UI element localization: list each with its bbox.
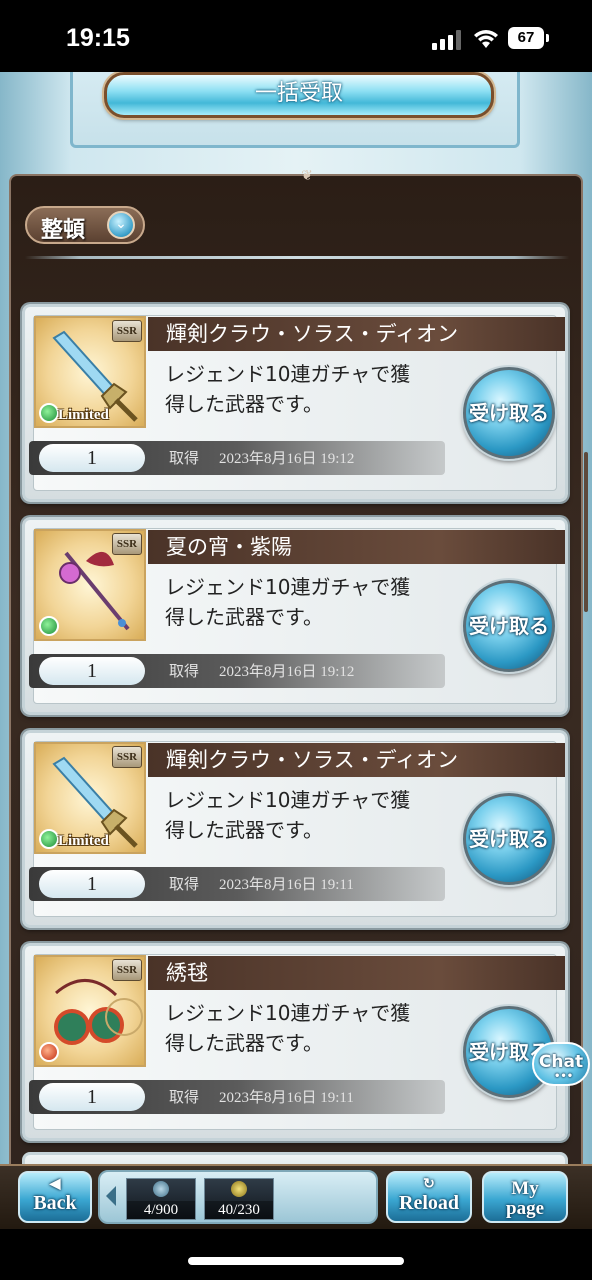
game-view: 一括受取 ❦ 整頓 ⌄ SSR Limited 輝剣クラウ・ソラス・ディオン レ… bbox=[0, 72, 592, 1229]
mypage-label-line2: page bbox=[506, 1198, 544, 1219]
limited-badge: Limited bbox=[58, 407, 109, 423]
receive-button[interactable]: 受け取る bbox=[463, 793, 555, 885]
acquired-label: 取得 bbox=[169, 662, 200, 680]
description-line: レジェンド10連ガチャで獲 bbox=[165, 788, 411, 812]
acquired-label: 取得 bbox=[169, 1088, 200, 1106]
present-card: SSR 綉毬 レジェンド10連ガチャで獲 得した武器です。 1 取得 2023年… bbox=[22, 943, 568, 1141]
present-card: SSR Limited 輝剣クラウ・ソラス・ディオン レジェンド10連ガチャで獲… bbox=[22, 304, 568, 502]
reload-icon: ↻ bbox=[423, 1177, 435, 1192]
bulk-receive-button[interactable]: 一括受取 bbox=[104, 72, 494, 118]
back-arrow-icon: ◀ bbox=[49, 1177, 61, 1192]
rarity-badge: SSR bbox=[112, 320, 142, 342]
divider bbox=[25, 256, 569, 259]
home-indicator[interactable] bbox=[188, 1257, 404, 1265]
acquired-date: 2023年8月16日 19:12 bbox=[219, 664, 355, 680]
quick-access-panel: 4/900 40/230 bbox=[98, 1170, 378, 1224]
summon-stock-icon bbox=[231, 1181, 247, 1197]
status-bar: 19:15 67 bbox=[0, 0, 592, 72]
back-label: Back bbox=[33, 1192, 77, 1214]
dots-icon: ••• bbox=[554, 1071, 574, 1082]
item-description: レジェンド10連ガチャで獲 得した武器です。 bbox=[165, 572, 465, 632]
wind-element-icon bbox=[39, 616, 59, 636]
item-description: レジェンド10連ガチャで獲 得した武器です。 bbox=[165, 785, 465, 845]
scrollbar[interactable] bbox=[584, 452, 588, 612]
battery-icon: 67 bbox=[508, 27, 549, 49]
sort-button[interactable]: 整頓 ⌄ bbox=[25, 206, 145, 244]
info-bar: 1 取得 2023年8月16日 19:12 bbox=[29, 441, 445, 475]
description-line: レジェンド10連ガチャで獲 bbox=[165, 362, 411, 386]
sort-label: 整頓 bbox=[41, 218, 86, 243]
acquired-date: 2023年8月16日 19:11 bbox=[219, 877, 354, 893]
chevron-double-down-icon: ⌄ bbox=[107, 211, 135, 239]
quantity: 1 bbox=[39, 657, 145, 685]
weapon-thumbnail[interactable]: SSR Limited bbox=[34, 742, 146, 854]
info-bar: 1 取得 2023年8月16日 19:12 bbox=[29, 654, 445, 688]
acquired-label: 取得 bbox=[169, 875, 200, 893]
weapon-count: 4/900 bbox=[127, 1201, 195, 1219]
item-name: 夏の宵・紫陽 bbox=[148, 530, 565, 564]
home-bar-area bbox=[0, 1229, 592, 1280]
description-line: レジェンド10連ガチャで獲 bbox=[165, 575, 411, 599]
description-line: 得した武器です。 bbox=[165, 392, 323, 416]
receive-button[interactable]: 受け取る bbox=[463, 580, 555, 672]
weapon-thumbnail[interactable]: SSR Limited bbox=[34, 316, 146, 428]
weapon-thumbnail[interactable]: SSR bbox=[34, 529, 146, 641]
acquired-date: 2023年8月16日 19:12 bbox=[219, 451, 355, 467]
status-time: 19:15 bbox=[66, 24, 130, 52]
summon-count: 40/230 bbox=[205, 1201, 273, 1219]
chat-button[interactable]: Chat ••• bbox=[532, 1042, 590, 1086]
bottom-nav: ◀ Back 4/900 40/230 ↻ Reload My page bbox=[0, 1164, 592, 1229]
info-bar: 1 取得 2023年8月16日 19:11 bbox=[29, 1080, 445, 1114]
rarity-badge: SSR bbox=[112, 533, 142, 555]
weapon-stock-icon bbox=[153, 1181, 169, 1197]
quantity: 1 bbox=[39, 444, 145, 472]
item-description: レジェンド10連ガチャで獲 得した武器です。 bbox=[165, 359, 465, 419]
reload-button[interactable]: ↻ Reload bbox=[386, 1171, 472, 1223]
mypage-label-line1: My bbox=[511, 1178, 539, 1199]
description-line: 得した武器です。 bbox=[165, 1031, 323, 1055]
info-bar: 1 取得 2023年8月16日 19:11 bbox=[29, 867, 445, 901]
acquired-date: 2023年8月16日 19:11 bbox=[219, 1090, 354, 1106]
rarity-badge: SSR bbox=[112, 959, 142, 981]
item-description: レジェンド10連ガチャで獲 得した武器です。 bbox=[165, 998, 465, 1058]
wifi-icon bbox=[474, 30, 498, 48]
limited-badge: Limited bbox=[58, 833, 109, 849]
quick-item[interactable]: 40/230 bbox=[204, 1178, 274, 1220]
quantity: 1 bbox=[39, 1083, 145, 1111]
acquired-label: 取得 bbox=[169, 449, 200, 467]
description-line: 得した武器です。 bbox=[165, 818, 323, 842]
mypage-button[interactable]: My page bbox=[482, 1171, 568, 1223]
scroll-left-icon[interactable] bbox=[106, 1186, 116, 1206]
chat-label: Chat bbox=[538, 1052, 584, 1072]
back-button[interactable]: ◀ Back bbox=[18, 1171, 92, 1223]
quick-item[interactable]: 4/900 bbox=[126, 1178, 196, 1220]
description-line: レジェンド10連ガチャで獲 bbox=[165, 1001, 411, 1025]
wind-element-icon bbox=[39, 829, 59, 849]
weapon-thumbnail[interactable]: SSR bbox=[34, 955, 146, 1067]
item-name: 輝剣クラウ・ソラス・ディオン bbox=[148, 743, 565, 777]
rarity-badge: SSR bbox=[112, 746, 142, 768]
fire-element-icon bbox=[39, 1042, 59, 1062]
quantity: 1 bbox=[39, 870, 145, 898]
item-name: 綉毬 bbox=[148, 956, 565, 990]
description-line: 得した武器です。 bbox=[165, 605, 323, 629]
present-card: SSR 夏の宵・紫陽 レジェンド10連ガチャで獲 得した武器です。 1 取得 2… bbox=[22, 517, 568, 715]
receive-button[interactable]: 受け取る bbox=[463, 367, 555, 459]
present-card: SSR Limited 輝剣クラウ・ソラス・ディオン レジェンド10連ガチャで獲… bbox=[22, 730, 568, 928]
ornament-icon: ❦ bbox=[301, 168, 313, 184]
item-name: 輝剣クラウ・ソラス・ディオン bbox=[148, 317, 565, 351]
reload-label: Reload bbox=[399, 1192, 459, 1214]
wind-element-icon bbox=[39, 403, 59, 423]
battery-level: 67 bbox=[517, 29, 535, 46]
cellular-signal-icon bbox=[432, 30, 462, 50]
